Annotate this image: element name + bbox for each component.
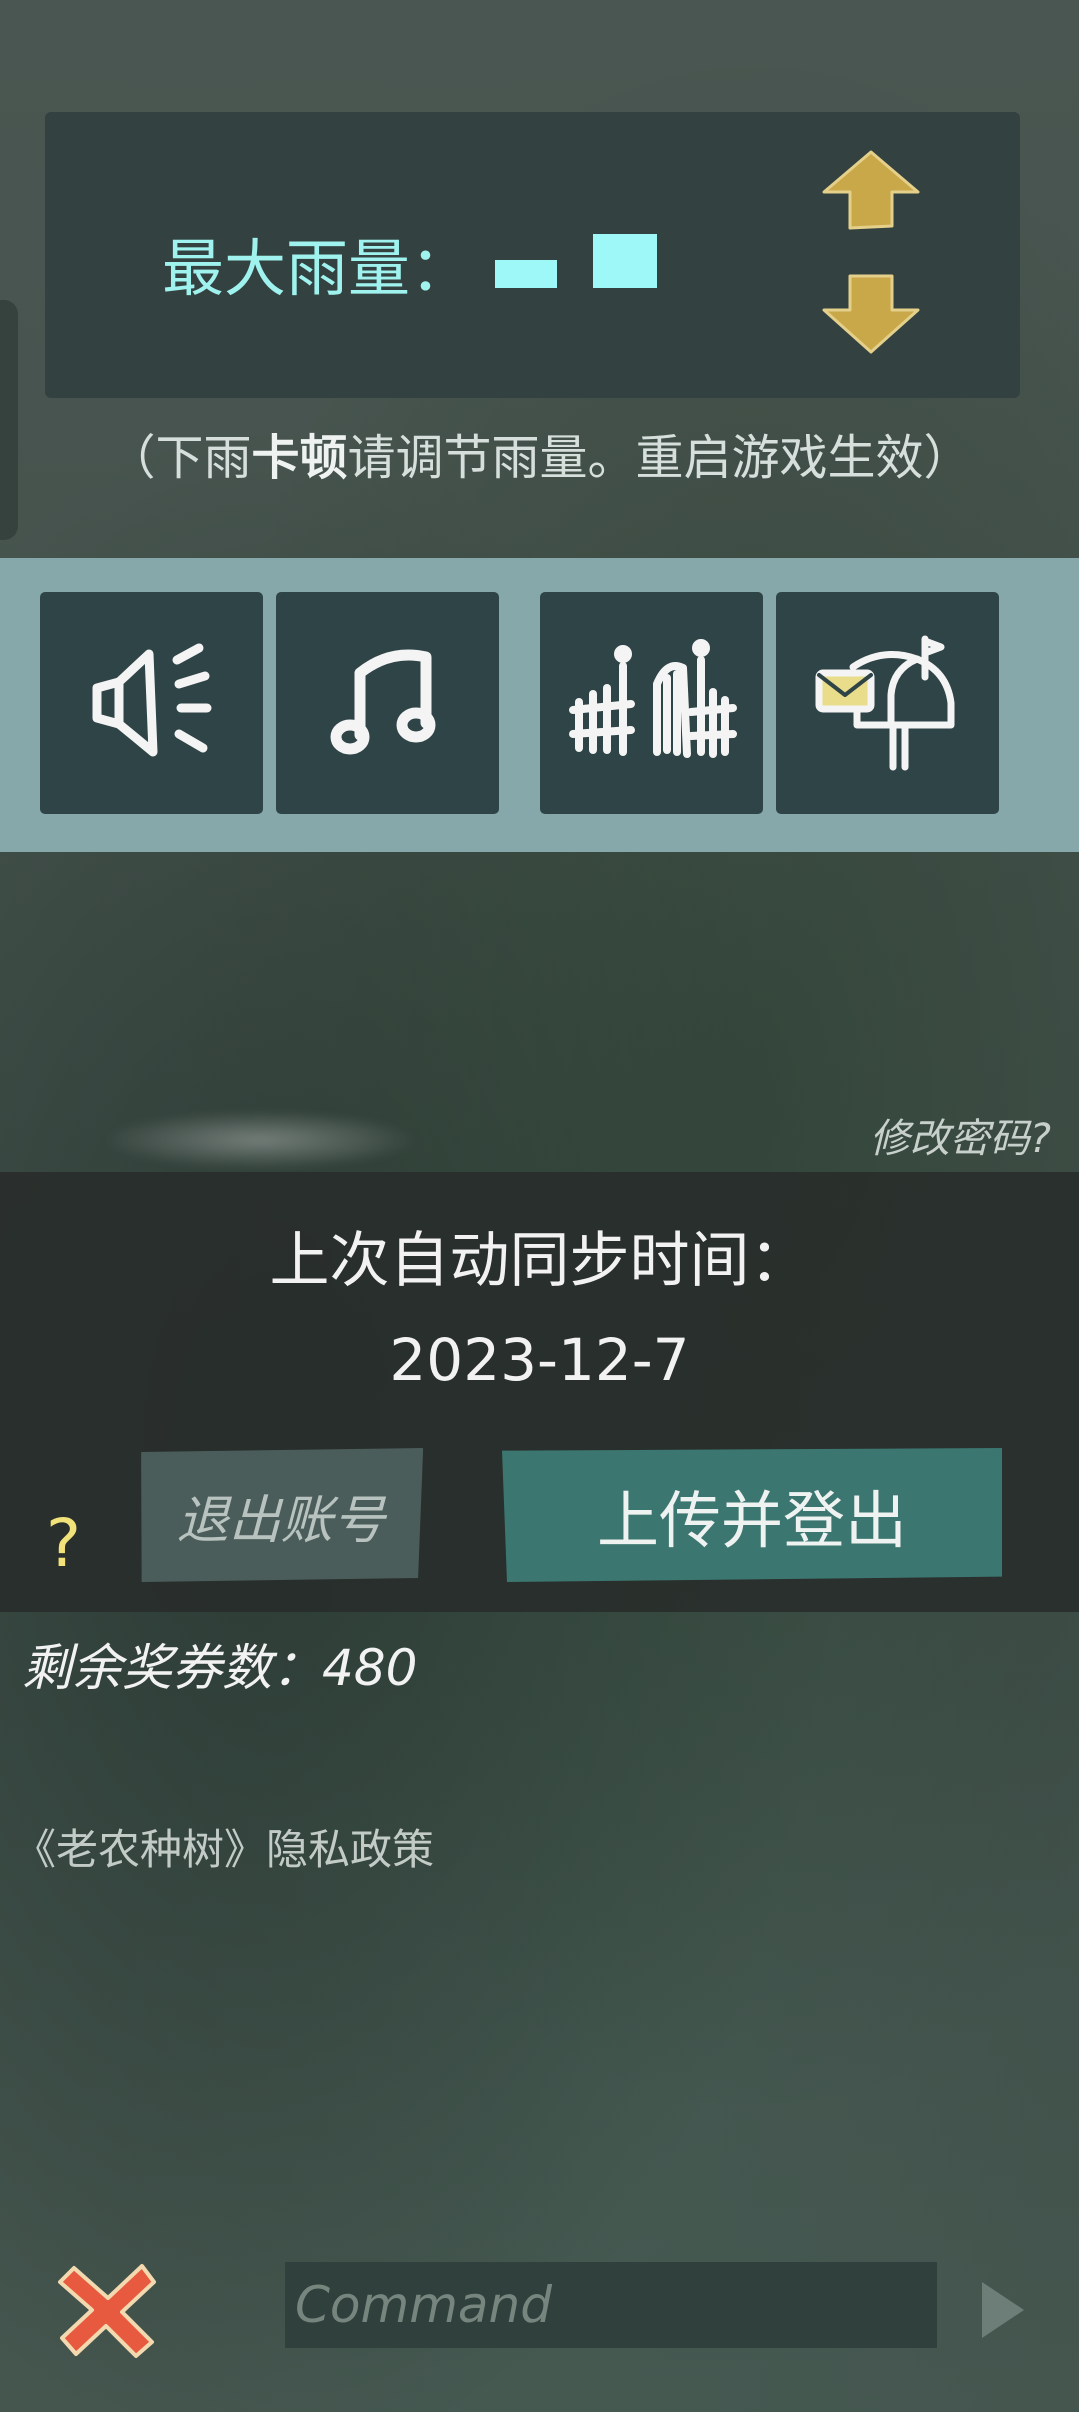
mailbox-icon xyxy=(815,635,954,771)
rain-note-emphasis: 卡顿 xyxy=(251,430,348,486)
send-command-icon[interactable] xyxy=(978,2278,1026,2342)
voucher-label: 剩余奖券数： xyxy=(22,1639,322,1697)
rain-level-bar-2 xyxy=(593,234,657,288)
rain-note-suffix: 请调节雨量。重启游戏生效） xyxy=(347,430,972,486)
upload-and-logout-button[interactable]: 上传并登出 xyxy=(502,1448,1002,1582)
last-sync-title: 上次自动同步时间： xyxy=(269,1226,810,1296)
rain-note: （下雨卡顿请调节雨量。重启游戏生效） xyxy=(0,418,1079,488)
rain-note-prefix: （下雨 xyxy=(107,430,252,486)
voucher-value: 480 xyxy=(322,1639,418,1697)
command-input[interactable] xyxy=(285,2262,937,2348)
rain-decrease-button[interactable] xyxy=(820,272,922,356)
settings-toolbar xyxy=(0,558,1079,852)
music-note-icon xyxy=(330,649,435,755)
logout-button[interactable]: 退出账号 xyxy=(139,1448,423,1582)
rain-settings-panel: 最大雨量： xyxy=(45,112,1020,398)
rain-level-bar-1 xyxy=(495,260,557,288)
rain-label: 最大雨量： xyxy=(162,232,473,305)
privacy-policy-link[interactable]: 《老农种树》隐私政策 xyxy=(14,1816,434,1877)
last-sync-date: 2023-12-7 xyxy=(389,1326,690,1394)
rain-increase-button[interactable] xyxy=(820,148,922,232)
account-name-blurred xyxy=(100,1110,420,1170)
sound-toggle-button[interactable] xyxy=(40,592,263,814)
music-toggle-button[interactable] xyxy=(276,592,499,814)
close-icon[interactable] xyxy=(56,2258,160,2362)
voucher-count: 剩余奖券数：480 xyxy=(22,1628,417,1700)
mailbox-button[interactable] xyxy=(776,592,999,814)
fence-button[interactable] xyxy=(540,592,763,814)
help-button[interactable]: ? xyxy=(46,1505,81,1582)
speaker-icon xyxy=(92,643,211,757)
change-password-link[interactable]: 修改密码? xyxy=(870,1106,1051,1164)
fence-gate-icon xyxy=(568,639,737,758)
